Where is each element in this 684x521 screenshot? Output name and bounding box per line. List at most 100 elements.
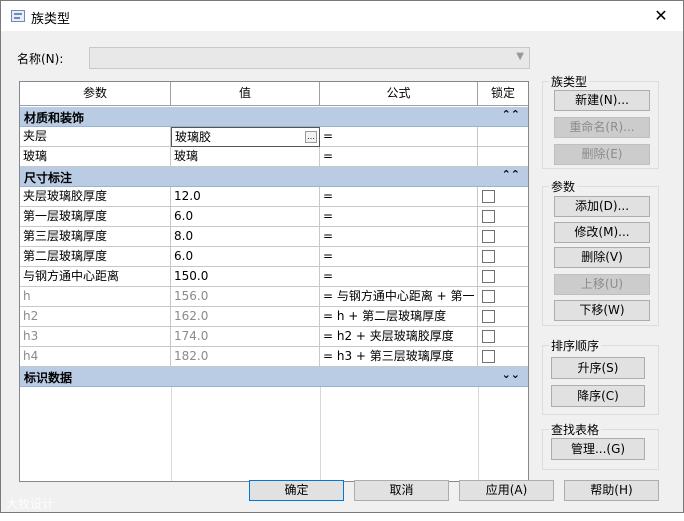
parameter-row[interactable]: 与钢方通中心距离 150.0 = (20, 267, 528, 287)
parameter-name: h4 (20, 347, 171, 367)
group-label: 尺寸标注 (24, 171, 73, 185)
parameter-name: h (20, 287, 171, 307)
delete-type-button[interactable]: 删除(E) (554, 144, 650, 165)
group-header[interactable]: 尺寸标注 ⌃⌃ (20, 167, 528, 187)
parameter-value[interactable]: 150.0 (171, 267, 320, 287)
column-header-lock[interactable]: 锁定 (478, 82, 528, 106)
parameter-value[interactable]: 玻璃 (171, 147, 320, 167)
new-type-button[interactable]: 新建(N)... (554, 90, 650, 111)
lock-checkbox[interactable] (482, 350, 495, 363)
column-divider (171, 387, 172, 481)
parameter-value[interactable]: 玻璃胶 … (171, 127, 320, 147)
value-text: 8.0 (174, 229, 194, 243)
cancel-button[interactable]: 取消 (354, 480, 449, 501)
lock-cell (478, 127, 528, 147)
column-header-parameter[interactable]: 参数 (20, 82, 171, 106)
lock-checkbox[interactable] (482, 190, 495, 203)
parameter-row[interactable]: 第三层玻璃厚度 8.0 = (20, 227, 528, 247)
group-label: 标识数据 (24, 371, 73, 385)
parameter-formula[interactable]: = (320, 187, 478, 207)
move-down-button[interactable]: 下移(W) (554, 300, 650, 321)
lock-cell (478, 267, 528, 287)
watermark: 大牧设计 (6, 497, 55, 511)
modify-parameter-button[interactable]: 修改(M)... (554, 222, 650, 243)
delete-parameter-button[interactable]: 删除(V) (554, 247, 650, 268)
parameter-row[interactable]: h4 182.0 = h3 + 第三层玻璃厚度 (20, 347, 528, 367)
parameter-row[interactable]: h 156.0 = 与钢方通中心距离 + 第一 (20, 287, 528, 307)
move-up-button[interactable]: 上移(U) (554, 274, 650, 295)
group-header[interactable]: 材质和装饰 ⌃⌃ (20, 107, 528, 127)
parameter-name: h3 (20, 327, 171, 347)
lock-checkbox[interactable] (482, 250, 495, 263)
parameter-name: h2 (20, 307, 171, 327)
add-parameter-button[interactable]: 添加(D)... (554, 196, 650, 217)
parameter-formula[interactable]: = h3 + 第三层玻璃厚度 (320, 347, 478, 367)
parameter-row[interactable]: 夹层玻璃胶厚度 12.0 = (20, 187, 528, 207)
column-header-value[interactable]: 值 (171, 82, 320, 106)
parameter-formula[interactable]: = (320, 147, 478, 167)
close-icon[interactable]: ✕ (643, 3, 679, 29)
lock-checkbox[interactable] (482, 310, 495, 323)
help-button[interactable]: 帮助(H) (564, 480, 659, 501)
window-title: 族类型 (31, 12, 71, 27)
parameter-value: 162.0 (171, 307, 320, 327)
parameter-name: 第一层玻璃厚度 (20, 207, 171, 227)
lock-cell (478, 307, 528, 327)
manage-lookup-tables-button[interactable]: 管理...(G) (551, 438, 645, 460)
parameter-value: 174.0 (171, 327, 320, 347)
lock-cell (478, 327, 528, 347)
expand-icon[interactable]: ⌄⌄ (502, 368, 520, 381)
column-header-formula[interactable]: 公式 (320, 82, 478, 106)
parameter-row[interactable]: 玻璃 玻璃 = (20, 147, 528, 167)
parameter-formula[interactable]: = (320, 267, 478, 287)
lock-cell (478, 227, 528, 247)
parameter-row[interactable]: 夹层 玻璃胶 … = (20, 127, 528, 147)
value-text: 玻璃 (174, 149, 199, 163)
parameter-formula[interactable]: = h2 + 夹层玻璃胶厚度 (320, 327, 478, 347)
parameter-name: 与钢方通中心距离 (20, 267, 171, 287)
value-text: 6.0 (174, 209, 194, 223)
parameter-formula[interactable]: = (320, 247, 478, 267)
lock-cell (478, 247, 528, 267)
parameter-formula[interactable]: = 与钢方通中心距离 + 第一 (320, 287, 478, 307)
lock-checkbox[interactable] (482, 270, 495, 283)
parameter-row[interactable]: h3 174.0 = h2 + 夹层玻璃胶厚度 (20, 327, 528, 347)
sort-descending-button[interactable]: 降序(C) (551, 385, 645, 407)
rename-type-button[interactable]: 重命名(R)... (554, 117, 650, 138)
value-text: 162.0 (174, 309, 209, 323)
value-text: 玻璃胶 (175, 130, 212, 144)
lock-cell (478, 187, 528, 207)
lock-cell (478, 287, 528, 307)
lock-checkbox[interactable] (482, 330, 495, 343)
collapse-icon[interactable]: ⌃⌃ (502, 168, 520, 181)
lock-checkbox[interactable] (482, 230, 495, 243)
lock-cell (478, 347, 528, 367)
parameter-formula[interactable]: = (320, 127, 478, 147)
parameter-name: 第三层玻璃厚度 (20, 227, 171, 247)
parameter-formula[interactable]: = (320, 227, 478, 247)
parameter-formula[interactable]: = (320, 207, 478, 227)
ok-button[interactable]: 确定 (249, 480, 344, 501)
lookup-tables-title: 查找表格 (549, 421, 602, 438)
value-text: 182.0 (174, 349, 209, 363)
parameter-value[interactable]: 6.0 (171, 247, 320, 267)
name-combobox[interactable]: ▼ (89, 47, 530, 69)
parameter-value[interactable]: 8.0 (171, 227, 320, 247)
parameter-row[interactable]: 第一层玻璃厚度 6.0 = (20, 207, 528, 227)
parameter-value: 182.0 (171, 347, 320, 367)
value-text: 150.0 (174, 269, 209, 283)
parameter-formula[interactable]: = h + 第二层玻璃厚度 (320, 307, 478, 327)
collapse-icon[interactable]: ⌃⌃ (502, 108, 520, 121)
parameter-value[interactable]: 6.0 (171, 207, 320, 227)
column-divider (478, 387, 479, 481)
apply-button[interactable]: 应用(A) (459, 480, 554, 501)
lock-checkbox[interactable] (482, 210, 495, 223)
lock-checkbox[interactable] (482, 290, 495, 303)
parameter-row[interactable]: h2 162.0 = h + 第二层玻璃厚度 (20, 307, 528, 327)
sort-ascending-button[interactable]: 升序(S) (551, 357, 645, 379)
parameter-row[interactable]: 第二层玻璃厚度 6.0 = (20, 247, 528, 267)
parameter-value[interactable]: 12.0 (171, 187, 320, 207)
title-bar: 族类型 ✕ (1, 1, 683, 31)
browse-material-button[interactable]: … (305, 131, 317, 143)
group-header[interactable]: 标识数据 ⌄⌄ (20, 367, 528, 387)
